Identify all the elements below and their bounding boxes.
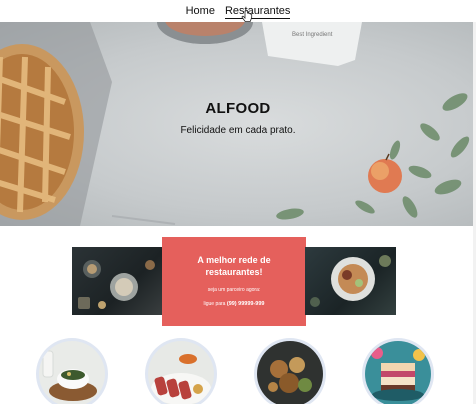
- promo-phone-prefix: ligue para: [203, 301, 226, 307]
- layered-cake-image: [365, 341, 431, 404]
- hero-banner: Best Ingredient ALFOOD Felicidade em cad…: [0, 22, 476, 226]
- hand-cursor-icon: [241, 10, 253, 22]
- promo-phone-number[interactable]: (99) 99999-999: [227, 301, 265, 307]
- promo-card: A melhor rede de restaurantes! seja um p…: [162, 237, 306, 326]
- paper-bag-image: Best Ingredient: [262, 22, 362, 66]
- salad-bowl-image: [39, 341, 105, 404]
- roasted-vegetables-image: [257, 341, 323, 404]
- promo-title-line1: A melhor rede de: [197, 255, 271, 265]
- hero-title: ALFOOD: [205, 100, 271, 117]
- promo-title: A melhor rede de restaurantes!: [162, 254, 306, 278]
- promo-title-line2: restaurantes!: [205, 267, 263, 277]
- category-circle-3[interactable]: [254, 338, 326, 404]
- paper-text: Best Ingredient: [292, 32, 333, 38]
- promo-food-image-left: [72, 247, 164, 315]
- nav-link-home[interactable]: Home: [184, 0, 217, 22]
- promo-phone-line: ligue para (99) 99999-999: [162, 301, 306, 307]
- promo-text: seja um parceiro agora:: [207, 287, 261, 293]
- category-circle-4[interactable]: [362, 338, 434, 404]
- top-nav: Home Restaurantes: [0, 0, 476, 22]
- nav-link-restaurantes[interactable]: Restaurantes: [223, 0, 292, 22]
- sliced-steak-image: [148, 341, 214, 404]
- promo-food-image-right: [305, 247, 396, 315]
- hero-subtitle: Felicidade em cada prato.: [180, 125, 296, 136]
- hero-background-illustration: Best Ingredient: [0, 22, 470, 226]
- category-circle-2[interactable]: [145, 338, 217, 404]
- apple-image: [368, 153, 402, 193]
- category-circle-1[interactable]: [36, 338, 108, 404]
